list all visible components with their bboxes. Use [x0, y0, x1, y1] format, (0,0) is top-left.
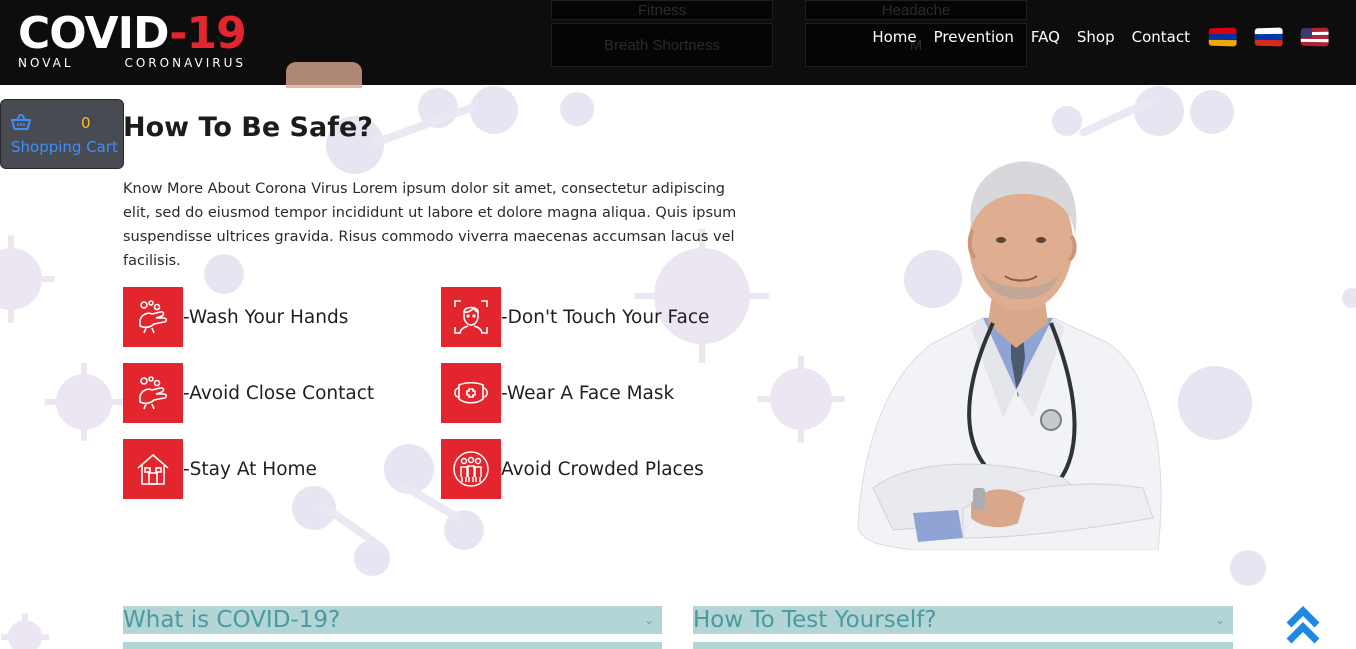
faq-item-next[interactable] — [123, 642, 662, 649]
nav-shop[interactable]: Shop — [1077, 28, 1115, 46]
crowd-icon — [441, 439, 501, 499]
nav-home[interactable]: Home — [872, 28, 916, 46]
nav-prevention[interactable]: Prevention — [934, 28, 1014, 46]
usa-flag-icon[interactable] — [1300, 27, 1329, 47]
basket-icon — [11, 114, 31, 130]
chevron-down-icon: ⌄ — [1214, 613, 1225, 627]
house-icon — [123, 439, 183, 499]
chevron-down-icon: ⌄ — [643, 613, 654, 627]
banner-image-fragment — [286, 62, 362, 88]
logo-word: COVID — [18, 8, 170, 59]
face-mask-icon — [441, 363, 501, 423]
logo-sub-left: NOVAL — [18, 56, 74, 70]
symptom-box-breath: Breath Shortness — [551, 23, 773, 67]
faq-what-is-covid[interactable]: What is COVID-19? ⌄ — [123, 606, 662, 634]
tip-label: -Stay At Home — [183, 458, 317, 480]
logo-sub-right: CORONAVIRUS — [124, 56, 246, 70]
armenia-flag-icon[interactable] — [1208, 27, 1237, 47]
tip-label: -Don't Touch Your Face — [501, 306, 710, 328]
tip-wash-hands: -Wash Your Hands — [123, 287, 348, 347]
section-title: How To Be Safe? — [123, 112, 373, 143]
tip-label: Avoid Crowded Places — [501, 458, 704, 480]
tip-label: -Wear A Face Mask — [501, 382, 675, 404]
logo-number: -19 — [169, 8, 246, 59]
shopping-cart-widget[interactable]: 0 Shopping Cart — [0, 99, 124, 169]
tip-avoid-crowds: Avoid Crowded Places — [441, 439, 704, 499]
safety-section: How To Be Safe? Know More About Corona V… — [0, 85, 1356, 649]
tip-stay-home: -Stay At Home — [123, 439, 317, 499]
doctor-image — [857, 161, 1162, 550]
logo-subtitle: NOVAL CORONAVIRUS — [18, 56, 246, 70]
section-intro: Know More About Corona Virus Lorem ipsum… — [123, 181, 737, 269]
nav-faq[interactable]: FAQ — [1031, 28, 1060, 46]
symptom-label: Headache — [881, 2, 951, 19]
face-icon — [441, 287, 501, 347]
tip-avoid-contact: -Avoid Close Contact — [123, 363, 374, 423]
tip-label: -Wash Your Hands — [183, 306, 349, 328]
tip-wear-mask: -Wear A Face Mask — [441, 363, 674, 423]
hand-wash-icon — [123, 363, 183, 423]
cart-count: 0 — [81, 114, 91, 132]
faq-title: What is COVID-19? — [123, 607, 341, 633]
symptom-label: Breath Shortness — [604, 36, 720, 54]
nav-contact[interactable]: Contact — [1132, 28, 1190, 46]
faq-how-to-test[interactable]: How To Test Yourself? ⌄ — [693, 606, 1233, 634]
site-header: COVID-19 NOVAL CORONAVIRUS Fitness Heada… — [0, 0, 1356, 88]
symptom-box-fitness: Fitness — [551, 0, 773, 20]
faq-item-next[interactable] — [693, 642, 1233, 649]
hand-wash-icon — [123, 287, 183, 347]
tip-dont-touch-face: -Don't Touch Your Face — [441, 287, 709, 347]
site-logo[interactable]: COVID-19 NOVAL CORONAVIRUS — [18, 8, 247, 71]
russia-flag-icon[interactable] — [1254, 27, 1283, 47]
symptom-box-headache: Headache — [805, 0, 1027, 20]
symptom-label: Fitness — [637, 2, 687, 19]
cart-label: Shopping Cart — [11, 138, 118, 156]
faq-title: How To Test Yourself? — [693, 607, 937, 633]
logo-wordmark: COVID-19 — [18, 8, 247, 59]
main-nav: Home Prevention FAQ Shop Contact — [855, 27, 1329, 47]
safety-tips-list: -Wash Your Hands -Don't Touch Your Face — [123, 287, 763, 499]
scroll-to-top-icon[interactable] — [1285, 605, 1321, 647]
tip-label: -Avoid Close Contact — [183, 382, 375, 404]
